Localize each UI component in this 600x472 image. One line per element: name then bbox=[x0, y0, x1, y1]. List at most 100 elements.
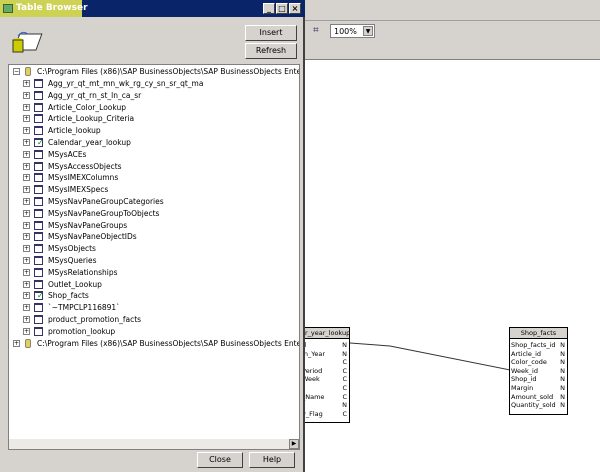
table-icon bbox=[34, 173, 43, 183]
field-name: Article_id bbox=[511, 349, 542, 358]
horizontal-scrollbar[interactable]: ▶ bbox=[9, 439, 299, 449]
entity-field[interactable]: N bbox=[301, 401, 349, 410]
maximize-button[interactable]: □ bbox=[276, 3, 288, 14]
table-icon bbox=[34, 137, 44, 149]
tree-item-label[interactable]: MSysIMEXSpecs bbox=[48, 184, 108, 196]
tree-item-label[interactable]: product_promotion_facts bbox=[48, 314, 141, 326]
tree-item-label[interactable]: MSysNavPaneGroupToObjects bbox=[48, 208, 159, 220]
entity-field[interactable]: Color_code N bbox=[510, 358, 567, 367]
field-type: C bbox=[342, 383, 347, 392]
field-type: N bbox=[560, 401, 565, 410]
tree-item-label[interactable]: MSysNavPaneObjectIDs bbox=[48, 231, 137, 243]
tree-item-label[interactable]: `~TMPCLP116891` bbox=[48, 302, 120, 314]
table-icon bbox=[34, 267, 43, 277]
minimize-button[interactable]: _ bbox=[263, 3, 275, 14]
entity-field[interactable]: _Name C bbox=[301, 393, 349, 402]
expand-icon[interactable]: + bbox=[23, 245, 30, 253]
fit-page-icon[interactable]: ⌗ bbox=[313, 25, 319, 36]
expand-icon[interactable]: + bbox=[23, 209, 30, 217]
tree-item-label[interactable]: Agg_yr_qt_rn_st_ln_ca_sr bbox=[48, 90, 141, 102]
expand-icon[interactable]: + bbox=[23, 280, 30, 288]
tree-item-label[interactable]: MSysACEs bbox=[48, 149, 86, 161]
entity-field[interactable]: Week C bbox=[301, 375, 349, 384]
tree-item-label[interactable]: Shop_facts bbox=[48, 290, 89, 302]
tree-item-label[interactable]: MSysIMEXColumns bbox=[48, 172, 118, 184]
entity-field[interactable]: In_Year N bbox=[301, 350, 349, 359]
zoom-value: 100% bbox=[334, 27, 357, 36]
expand-icon[interactable]: + bbox=[23, 327, 30, 335]
table-icon bbox=[34, 126, 43, 136]
expand-icon[interactable]: + bbox=[23, 115, 30, 123]
tree-item-label[interactable]: MSysQueries bbox=[48, 255, 97, 267]
entity-field[interactable]: Amount_sold N bbox=[510, 393, 567, 402]
tree-item-label[interactable]: MSysNavPaneGroupCategories bbox=[48, 196, 164, 208]
expand-icon[interactable]: + bbox=[23, 139, 30, 146]
refresh-button[interactable]: Refresh bbox=[245, 43, 297, 59]
tree-item-label[interactable]: Agg_yr_qt_mt_mn_wk_rg_cy_sn_sr_qt_ma bbox=[48, 78, 203, 90]
entity-field[interactable]: Quantity_sold N bbox=[510, 401, 567, 410]
expand-icon[interactable]: + bbox=[23, 91, 30, 99]
entity-field[interactable]: Shop_id N bbox=[510, 375, 567, 384]
close-window-button[interactable]: × bbox=[289, 3, 301, 14]
help-button[interactable]: Help bbox=[249, 452, 295, 468]
entity-field[interactable]: Article_id N bbox=[510, 350, 567, 359]
tree-item-label[interactable]: MSysRelationships bbox=[48, 267, 118, 279]
entity-field[interactable]: C bbox=[301, 358, 349, 367]
table-entity[interactable]: ar_year_lookupdNIn_YearNCPeriodCWeekCC_N… bbox=[300, 327, 350, 424]
collapse-icon[interactable]: − bbox=[13, 68, 20, 75]
close-button[interactable]: Close bbox=[197, 452, 243, 468]
expand-icon[interactable]: + bbox=[23, 103, 30, 111]
entity-field[interactable]: Margin N bbox=[510, 384, 567, 393]
expand-icon[interactable]: + bbox=[23, 221, 30, 229]
expand-icon[interactable]: + bbox=[23, 257, 30, 264]
entity-field[interactable]: Week_id N bbox=[510, 367, 567, 376]
expand-icon[interactable]: + bbox=[23, 80, 30, 87]
zoom-select[interactable]: 100% ▼ bbox=[330, 24, 375, 38]
expand-icon[interactable]: + bbox=[23, 292, 30, 300]
table-icon bbox=[34, 303, 43, 313]
field-type: N bbox=[560, 358, 565, 367]
tree-item-label[interactable]: MSysNavPaneGroups bbox=[48, 220, 127, 232]
table-icon bbox=[34, 149, 43, 159]
tree-root[interactable]: C:\Program Files (x86)\SAP BusinessObjec… bbox=[37, 338, 299, 350]
expand-icon[interactable]: + bbox=[23, 150, 30, 158]
entity-field[interactable]: dN bbox=[301, 341, 349, 350]
entity-field[interactable]: C bbox=[301, 384, 349, 393]
entity-field[interactable]: Shop_facts_id N bbox=[510, 341, 567, 350]
expand-icon[interactable]: + bbox=[23, 233, 30, 241]
expand-icon[interactable]: + bbox=[23, 174, 30, 182]
expand-icon[interactable]: + bbox=[23, 304, 30, 312]
tree-item-label[interactable]: Article_lookup bbox=[48, 125, 101, 137]
tree-item-label[interactable]: promotion_lookup bbox=[48, 326, 115, 338]
table-icon bbox=[34, 315, 43, 324]
field-name: Margin bbox=[511, 383, 534, 392]
expand-icon[interactable]: + bbox=[23, 127, 30, 135]
insert-button[interactable]: Insert bbox=[245, 25, 297, 41]
expand-icon[interactable]: + bbox=[23, 268, 30, 276]
tree-root[interactable]: C:\Program Files (x86)\SAP BusinessObjec… bbox=[37, 66, 299, 78]
expand-icon[interactable]: + bbox=[23, 162, 30, 170]
table-entity[interactable]: Shop_facts Shop_facts_id N Article_id N Color… bbox=[509, 327, 568, 415]
expand-icon[interactable]: + bbox=[23, 186, 30, 194]
tree-item-label[interactable]: Outlet_Lookup bbox=[48, 279, 102, 291]
tree-item-label[interactable]: Calendar_year_lookup bbox=[48, 137, 131, 149]
expand-icon[interactable]: + bbox=[23, 198, 30, 205]
expand-icon[interactable]: + bbox=[23, 316, 30, 323]
scroll-right-icon[interactable]: ▶ bbox=[289, 439, 299, 449]
table-tree[interactable]: ▶ − C:\Program Files (x86)\SAP BusinessOb… bbox=[8, 64, 300, 450]
tree-item-label[interactable]: Article_Lookup_Criteria bbox=[48, 113, 134, 125]
tree-item-label[interactable]: MSysAccessObjects bbox=[48, 161, 122, 173]
field-type: C bbox=[342, 366, 347, 375]
table-icon bbox=[34, 232, 43, 242]
chevron-down-icon[interactable]: ▼ bbox=[363, 26, 373, 36]
field-name: Shop_facts_id bbox=[511, 341, 556, 349]
entity-field[interactable]: y_Flag C bbox=[301, 410, 349, 419]
database-icon bbox=[25, 67, 31, 76]
entity-field[interactable]: Period C bbox=[301, 367, 349, 376]
field-name: y_Flag bbox=[302, 409, 323, 418]
tree-item-label[interactable]: Article_Color_Lookup bbox=[48, 102, 126, 114]
expand-icon[interactable]: + bbox=[13, 339, 20, 347]
table-icon bbox=[34, 197, 43, 206]
field-name: Amount_sold bbox=[511, 392, 554, 401]
tree-item-label[interactable]: MSysObjects bbox=[48, 243, 96, 255]
